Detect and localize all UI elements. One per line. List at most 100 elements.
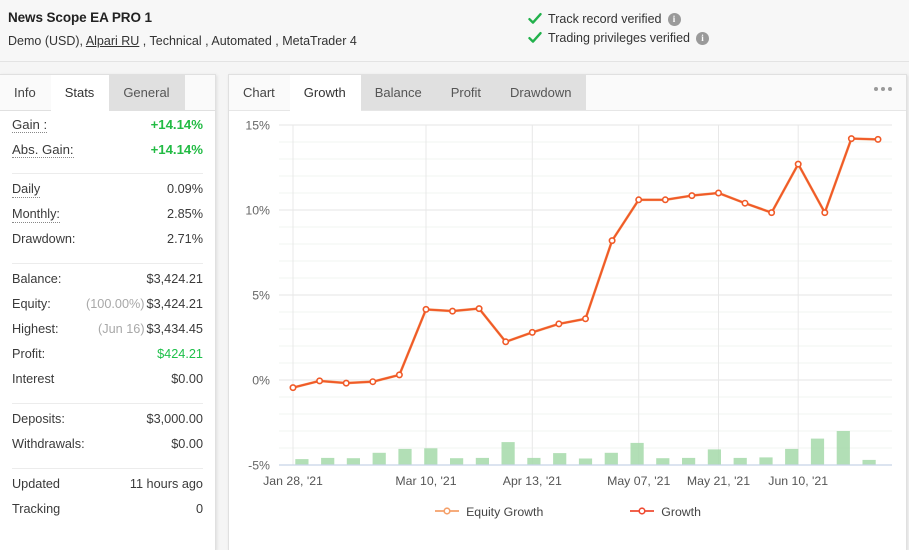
tab-info[interactable]: Info: [0, 75, 51, 110]
stat-value: 0.09%: [167, 182, 203, 196]
stat-label[interactable]: Monthly:: [12, 207, 60, 223]
chart-data-point[interactable]: [581, 315, 589, 323]
chart-data-point[interactable]: [714, 189, 722, 197]
x-axis-tick-label: Jun 10, '21: [768, 474, 828, 488]
info-icon[interactable]: i: [696, 31, 709, 45]
verification-label: Track record verified: [548, 12, 662, 26]
chart-bar: [578, 458, 593, 465]
legend-label: Growth: [661, 505, 701, 519]
chart-bar: [553, 453, 567, 465]
chart-data-point[interactable]: [635, 196, 643, 204]
stat-row: Abs. Gain: +14.14%: [12, 142, 203, 167]
tab-profit[interactable]: Profit: [436, 75, 497, 110]
stat-value: (100.00%) $3,424.21: [86, 297, 203, 311]
chart-data-point[interactable]: [608, 237, 616, 245]
account-meta: Demo (USD), Alpari RU , Technical , Auto…: [8, 33, 357, 49]
chart-data-point[interactable]: [422, 305, 430, 313]
chart-data-point[interactable]: [369, 378, 377, 386]
tab-drawdown[interactable]: Drawdown: [496, 75, 587, 110]
stat-row: Balance: $3,424.21: [12, 272, 203, 297]
account-attributes: , Technical , Automated , MetaTrader 4: [142, 34, 357, 48]
chart-data-point[interactable]: [794, 160, 802, 168]
stats-group: Balance: $3,424.21 Equity: (100.00%) $3,424.…: [12, 270, 203, 397]
info-icon[interactable]: i: [667, 12, 681, 26]
chart-data-point[interactable]: [688, 192, 696, 200]
stat-value-prefix: (100.00%): [86, 297, 145, 311]
legend-label: Equity Growth: [466, 505, 544, 519]
x-axis-tick-label: Mar 10, '21: [395, 474, 456, 488]
stats-divider: [12, 403, 203, 404]
chart-data-point[interactable]: [741, 199, 749, 207]
chart-data-point[interactable]: [342, 379, 350, 387]
x-axis-tick-label: Apr 13, '21: [503, 474, 562, 488]
chart-bar: [501, 442, 515, 466]
chart-legend: Equity Growth Growth: [229, 505, 906, 519]
legend-item[interactable]: Equity Growth: [434, 505, 543, 519]
y-axis-tick-label: 10%: [245, 204, 270, 218]
stat-label[interactable]: Gain :: [12, 117, 48, 133]
chart-data-point[interactable]: [874, 135, 882, 143]
stat-value: $424.21: [157, 347, 203, 361]
stat-row: Profit: $424.21: [12, 347, 203, 372]
verification-label: Trading privileges verified: [548, 31, 690, 45]
tabs-filler: [586, 75, 906, 110]
y-axis-tick-label: -5%: [248, 459, 270, 473]
tab-balance[interactable]: Balance: [360, 75, 437, 110]
stat-value: 2.71%: [167, 232, 203, 246]
stats-divider: [12, 263, 203, 264]
chart-bar: [424, 448, 438, 465]
legend-marker-icon: [434, 505, 460, 519]
stat-label[interactable]: Abs. Gain:: [12, 142, 74, 158]
chart-bar: [450, 458, 464, 465]
chart-bar: [398, 448, 412, 465]
stat-row: Gain : +14.14%: [12, 117, 203, 142]
stat-value: +14.14%: [150, 117, 203, 132]
broker-link[interactable]: Alpari RU: [86, 34, 140, 48]
verification-trading-privileges: Trading privileges verified i: [528, 31, 709, 45]
chart-data-point[interactable]: [661, 196, 669, 204]
stat-label: Deposits:: [12, 412, 65, 426]
chart-data-point[interactable]: [555, 320, 563, 328]
stat-row: Equity: (100.00%) $3,424.21: [12, 297, 203, 322]
chart-bar: [372, 452, 386, 465]
chart-data-point[interactable]: [768, 209, 776, 217]
stat-row: Interest $0.00: [12, 372, 203, 397]
check-icon: [528, 12, 542, 26]
stat-label: Equity:: [12, 297, 51, 311]
stat-row: Drawdown: 2.71%: [12, 232, 203, 257]
chart-data-point[interactable]: [289, 384, 297, 392]
chart-data-point[interactable]: [502, 338, 510, 346]
stat-value: $0.00: [171, 372, 203, 386]
stat-label: Profit:: [12, 347, 46, 361]
y-axis-tick-label: 15%: [245, 119, 270, 133]
chart-data-point[interactable]: [395, 371, 403, 379]
chart-bar: [346, 458, 360, 465]
stat-label: Balance:: [12, 272, 62, 286]
y-axis-tick-label: 5%: [252, 289, 270, 303]
tab-general[interactable]: General: [109, 75, 185, 110]
stat-value: +14.14%: [150, 142, 203, 157]
chart-data-point[interactable]: [316, 377, 324, 385]
chart-data-point[interactable]: [528, 328, 536, 336]
chart-data-point[interactable]: [449, 307, 457, 315]
legend-marker-icon: [629, 505, 655, 519]
tab-growth[interactable]: Growth: [289, 75, 361, 111]
stat-label: Highest:: [12, 322, 59, 336]
account-type: Demo (USD),: [8, 34, 84, 48]
kebab-menu-icon[interactable]: [874, 87, 892, 91]
chart-bar: [527, 457, 541, 465]
chart-bar: [759, 457, 773, 466]
stat-label[interactable]: Daily: [12, 182, 41, 198]
stat-row: Highest: (Jun 16) $3,434.45: [12, 322, 203, 347]
chart-data-point[interactable]: [847, 135, 855, 143]
chart-bar: [682, 457, 696, 465]
chart-data-point[interactable]: [475, 305, 483, 313]
tab-stats[interactable]: Stats: [50, 75, 110, 111]
stat-label: Interest: [12, 372, 55, 386]
x-axis-tick-label: Jan 28, '21: [263, 474, 323, 488]
chart-data-point[interactable]: [821, 209, 829, 217]
chart-panel: Chart Growth Balance Profit Drawdown -5%…: [228, 74, 907, 550]
tab-chart[interactable]: Chart: [229, 75, 290, 110]
legend-item[interactable]: Growth: [629, 505, 701, 519]
chart-bar: [656, 458, 670, 465]
